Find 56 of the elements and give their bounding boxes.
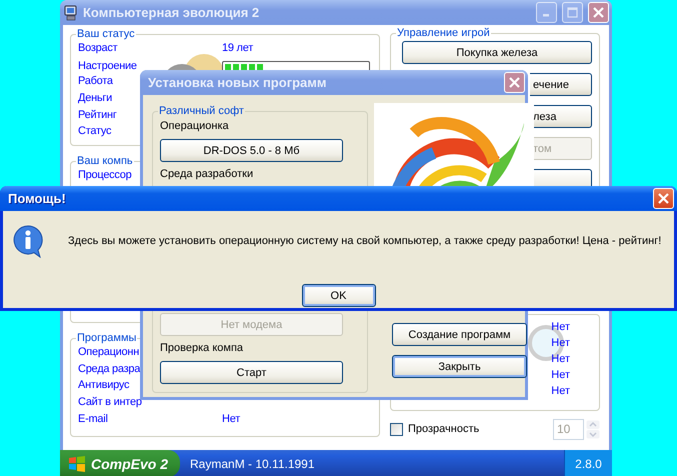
field-value: 19 лет [222,42,254,54]
start-button[interactable]: CompEvo 2 [60,450,180,476]
action-button[interactable]: ечение [530,73,592,96]
field-label: Процессор [78,169,132,182]
close-button[interactable] [504,72,525,93]
field-label: Сайт в интер [78,396,142,408]
spinner-icon[interactable] [586,420,600,438]
field-label: E-mail [78,412,108,425]
group-title: Ваш компь [76,155,134,167]
field-label: Возраст [78,42,118,54]
flag-icon [68,456,86,472]
action-button[interactable]: Покупка железа [402,41,592,64]
info-icon [12,224,44,258]
field-label: Среда разработки [160,167,254,182]
field-value: Нет [551,336,570,351]
field-label: Среда разра [78,362,140,375]
field-label: Проверка компа [160,341,244,356]
group-title: Ваш статус [76,28,136,40]
user-info: RaymanM - 10.11.1991 [190,456,315,470]
close-button[interactable] [588,2,609,23]
action-button[interactable]: Закрыть [392,355,527,378]
field-label: Деньги [78,92,112,104]
message-text: Здесь вы можете установить операционную систему на свой компьютер, а также среду разработки! Цена - рейтинг! [68,235,662,247]
maximize-icon [567,7,578,18]
field-value: Нет [551,384,570,399]
field-value: Нет [551,320,570,335]
checkbox[interactable] [390,422,403,436]
field-value: Нет [551,368,570,383]
version-label: 2.8.0 [564,450,612,476]
maximize-button[interactable] [562,2,583,23]
field-value: Нет [551,352,570,367]
field-label: Работа [78,75,113,88]
computer-icon [64,4,78,20]
action-button[interactable]: DR-DOS 5.0 - 8 Мб [160,139,343,162]
field-label: Настроение [78,60,137,72]
ok-button[interactable]: OK [302,284,376,307]
close-icon [508,76,521,89]
dialog-title: Установка новых программ [147,75,328,90]
group-title: Различный софт [158,105,245,117]
action-button[interactable]: Создание программ [392,323,527,346]
field-label: Операционка [160,119,230,134]
action-button[interactable]: Старт [160,361,343,384]
group-title: Управление игрой [396,27,491,39]
close-icon [657,192,670,205]
field-value: Нет [222,412,240,425]
minimize-button[interactable] [536,2,557,23]
close-icon [592,6,605,19]
field-label: Рейтинг [78,108,117,121]
dialog-title: Помощь! [7,191,67,206]
field-label: Операционн [78,346,140,358]
field-label: Статус [78,125,112,138]
checkbox-label: Прозрачность [408,423,480,435]
window-title: Компьютерная эволюция 2 [83,5,260,20]
field-label: Антивирус [78,379,130,392]
close-button[interactable] [653,188,674,209]
group-title: Программы [76,332,138,344]
